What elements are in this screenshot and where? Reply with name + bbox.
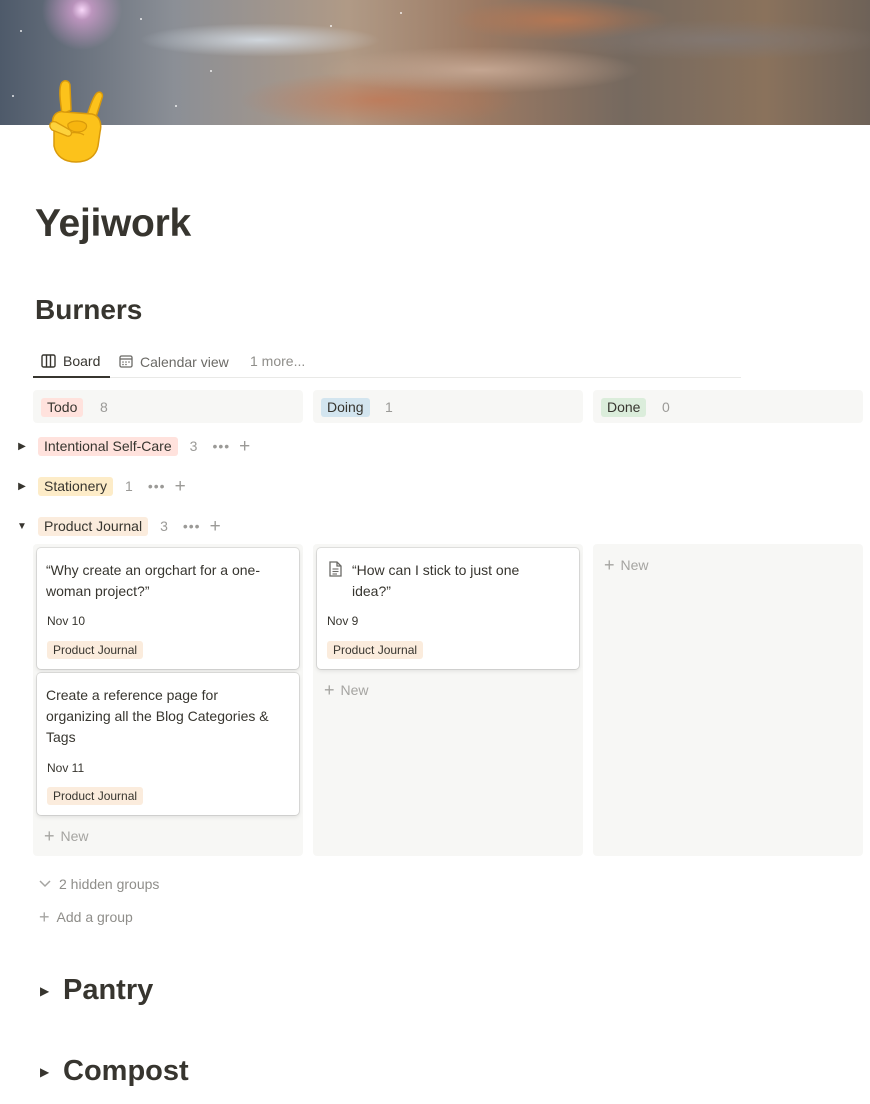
new-card-button-done[interactable]: + New [604,555,649,575]
group-stationery[interactable]: ▶ Stationery 1 ••• + [14,475,186,497]
toggle-heading-compost[interactable]: ▶ Compost [40,1055,189,1088]
card-title-line: “Why create an orgchart for a one- [46,562,260,578]
card-title: “How can I stick to just one idea?” [352,560,519,602]
card-title-line: Tags [46,729,76,745]
plus-icon: + [44,826,55,846]
card-date: Nov 11 [47,761,85,775]
status-tag-todo: Todo [41,398,84,417]
add-group-button[interactable]: + Add a group [39,907,133,927]
caret-right-icon[interactable]: ▶ [40,1065,52,1079]
toggle-heading-label: Compost [63,1055,189,1087]
card-title: Create a reference page for organizing a… [46,685,269,748]
card-date: Nov 9 [327,614,359,628]
group-count: 3 [189,438,198,454]
chevron-down-icon [39,880,51,888]
sign-of-the-horns-icon[interactable] [42,80,108,164]
page-title[interactable]: Yejiwork [35,202,191,246]
hidden-groups-toggle[interactable]: 2 hidden groups [39,876,159,892]
card-title-line: Create a reference page for [46,687,218,703]
plus-icon[interactable]: + [239,437,250,456]
board-card[interactable]: “How can I stick to just one idea?” Nov … [317,548,579,669]
caret-right-icon[interactable]: ▶ [40,984,52,998]
column-count-doing: 1 [385,399,393,415]
tab-calendar-label: Calendar view [140,353,229,370]
card-tag: Product Journal [47,787,144,805]
column-header-done[interactable]: Done 0 [593,390,863,423]
view-tabs: Board Calendar view 1 more... [33,345,741,378]
column-body-done [593,544,863,856]
board-card[interactable]: Create a reference page for organizing a… [37,673,299,815]
board-card[interactable]: “Why create an orgchart for a one- woman… [37,548,299,669]
card-title-line: woman project?” [46,583,150,599]
status-tag-doing: Doing [321,398,370,417]
hidden-groups-label: 2 hidden groups [59,876,160,892]
card-date: Nov 10 [47,614,86,628]
card-tag: Product Journal [327,641,424,659]
more-views-button[interactable]: 1 more... [250,344,305,377]
more-icon[interactable]: ••• [212,438,230,454]
plus-icon[interactable]: + [175,477,186,496]
column-count-done: 0 [662,399,670,415]
board-icon [41,353,56,368]
card-title: “Why create an orgchart for a one- woman… [46,560,260,602]
caret-right-icon[interactable]: ▶ [14,481,30,492]
status-tag-done: Done [601,398,647,417]
group-intentional-self-care[interactable]: ▶ Intentional Self-Care 3 ••• + [14,435,250,457]
new-label: New [60,828,89,844]
new-card-button-doing[interactable]: + New [324,680,369,700]
cover-image[interactable] [0,0,870,125]
plus-icon: + [39,907,50,927]
plus-icon[interactable]: + [210,517,221,536]
plus-icon: + [604,555,615,575]
column-header-doing[interactable]: Doing 1 [313,390,583,423]
more-icon[interactable]: ••• [148,478,166,494]
column-count-todo: 8 [100,399,108,415]
caret-down-icon[interactable]: ▼ [14,521,30,532]
page-icon [329,561,342,577]
caret-right-icon[interactable]: ▶ [14,441,30,452]
column-header-todo[interactable]: Todo 8 [33,390,303,423]
add-group-label: Add a group [56,909,133,925]
toggle-heading-pantry[interactable]: ▶ Pantry [40,974,153,1007]
tab-board-label: Board [63,352,101,369]
card-title-line: idea?” [352,583,391,599]
database-title[interactable]: Burners [35,294,142,326]
group-label: Stationery [38,476,114,496]
tab-board[interactable]: Board [33,345,110,378]
more-icon[interactable]: ••• [183,518,201,534]
new-label: New [620,557,649,573]
toggle-heading-label: Pantry [63,974,154,1006]
tab-calendar-view[interactable]: Calendar view [119,345,229,378]
card-tag: Product Journal [47,641,144,659]
group-count: 1 [125,478,133,494]
group-label: Product Journal [38,516,149,536]
group-label: Intentional Self-Care [38,436,178,456]
new-card-button-todo[interactable]: + New [44,826,89,846]
group-product-journal[interactable]: ▼ Product Journal 3 ••• + [14,515,221,537]
group-count: 3 [160,518,168,534]
card-title-line: organizing all the Blog Categories & [46,708,269,724]
calendar-icon [119,355,133,368]
plus-icon: + [324,680,335,700]
card-title-line: “How can I stick to just one [352,562,520,578]
new-label: New [340,682,369,698]
